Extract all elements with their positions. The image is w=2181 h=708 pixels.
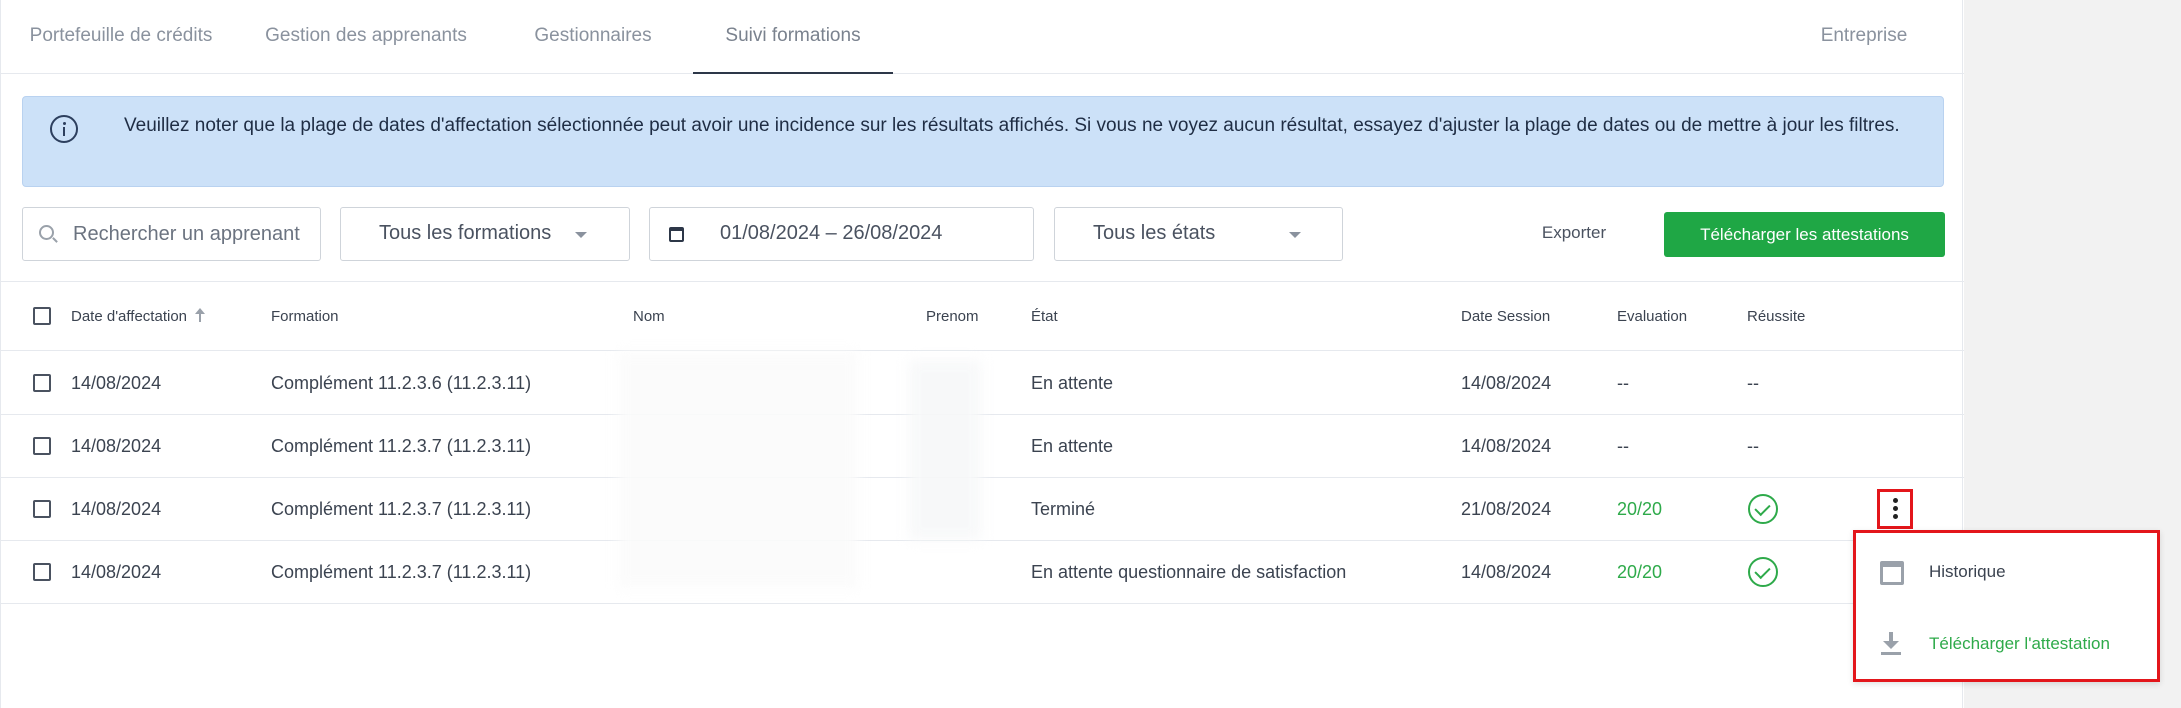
table-row[interactable]: 14/08/2024 Complément 11.2.3.7 (11.2.3.1…	[1, 478, 1964, 541]
column-header-reussite: Réussite	[1747, 308, 1806, 325]
table-row[interactable]: 14/08/2024 Complément 11.2.3.7 (11.2.3.1…	[1, 541, 1964, 604]
cell-formation: Complément 11.2.3.7 (11.2.3.11)	[271, 436, 532, 456]
search-field	[22, 207, 321, 261]
row-checkbox[interactable]	[33, 374, 51, 392]
more-vertical-icon	[1893, 498, 1898, 503]
cell-reussite: --	[1747, 373, 1759, 393]
page: Portefeuille de crédits Gestion des appr…	[0, 0, 1964, 708]
cell-date-session: 21/08/2024	[1461, 499, 1552, 519]
info-icon	[50, 115, 78, 143]
export-button[interactable]: Exporter	[1518, 211, 1630, 255]
calendar-icon	[669, 227, 684, 242]
column-header-date-affectation[interactable]: Date d'affectation	[71, 282, 187, 351]
formations-select-value: Tous les formations	[379, 222, 552, 244]
chevron-down-icon	[575, 232, 587, 238]
table-row[interactable]: 14/08/2024 Complément 11.2.3.7 (11.2.3.1…	[1, 415, 1964, 478]
download-icon	[1880, 632, 1902, 656]
search-icon	[39, 225, 54, 240]
cell-date-affectation: 14/08/2024	[71, 436, 162, 456]
row-checkbox[interactable]	[33, 437, 51, 455]
info-banner-text: Veuillez noter que la plage de dates d'a…	[124, 115, 1900, 136]
column-header-evaluation: Evaluation	[1617, 308, 1688, 325]
cell-formation: Complément 11.2.3.6 (11.2.3.11)	[271, 373, 532, 393]
tab-suivi-formations[interactable]: Suivi formations	[693, 0, 893, 74]
chevron-down-icon	[1289, 232, 1301, 238]
info-banner: Veuillez noter que la plage de dates d'a…	[22, 96, 1944, 187]
column-header-prenom: Prenom	[926, 308, 979, 325]
column-header-date-session: Date Session	[1461, 308, 1551, 325]
more-vertical-icon-dot	[1893, 506, 1898, 511]
calendar-icon	[1880, 561, 1904, 585]
cell-evaluation: --	[1617, 373, 1629, 393]
date-range-picker[interactable]: 01/08/2024 – 26/08/2024	[649, 207, 1034, 261]
table-header: Date d'affectation Formation Nom Prenom …	[1, 282, 1964, 351]
cell-reussite: --	[1747, 436, 1759, 456]
cell-date-affectation: 14/08/2024	[71, 562, 162, 582]
check-circle-icon	[1748, 494, 1778, 524]
cell-etat: Terminé	[1031, 499, 1096, 519]
table-row[interactable]: 14/08/2024 Complément 11.2.3.6 (11.2.3.1…	[1, 352, 1964, 415]
tab-gestion-apprenants[interactable]: Gestion des apprenants	[241, 0, 491, 74]
tab-bar: Portefeuille de crédits Gestion des appr…	[1, 0, 1964, 74]
cell-formation: Complément 11.2.3.7 (11.2.3.11)	[271, 562, 532, 582]
menu-item-telecharger-attestation[interactable]: Télécharger l'attestation	[1856, 609, 2157, 679]
cell-date-session: 14/08/2024	[1461, 562, 1552, 582]
cell-etat: En attente questionnaire de satisfaction	[1031, 562, 1347, 582]
cell-etat: En attente	[1031, 436, 1114, 456]
search-input[interactable]	[73, 218, 313, 250]
column-header-nom: Nom	[633, 308, 665, 325]
sort-ascending-icon[interactable]	[195, 308, 205, 322]
column-header-formation: Formation	[271, 308, 339, 325]
tab-entreprise[interactable]: Entreprise	[1801, 0, 1927, 74]
cell-date-affectation: 14/08/2024	[71, 373, 162, 393]
cell-date-session: 14/08/2024	[1461, 436, 1552, 456]
cell-date-affectation: 14/08/2024	[71, 499, 162, 519]
etats-select[interactable]: Tous les états	[1054, 207, 1343, 261]
etats-select-value: Tous les états	[1093, 222, 1216, 244]
redacted-name-area	[618, 352, 858, 588]
formations-select[interactable]: Tous les formations	[340, 207, 630, 261]
redacted-prenom-area	[909, 360, 981, 540]
cell-evaluation: 20/20	[1617, 499, 1663, 519]
row-checkbox[interactable]	[33, 500, 51, 518]
cell-date-session: 14/08/2024	[1461, 373, 1552, 393]
cell-evaluation: 20/20	[1617, 562, 1663, 582]
cell-etat: En attente	[1031, 373, 1114, 393]
tab-gestionnaires[interactable]: Gestionnaires	[507, 0, 679, 74]
date-range-value: 01/08/2024 – 26/08/2024	[720, 222, 943, 244]
menu-item-label: Historique	[1929, 562, 2006, 581]
menu-item-label: Télécharger l'attestation	[1929, 634, 2110, 653]
select-all-checkbox[interactable]	[33, 307, 51, 325]
cell-formation: Complément 11.2.3.7 (11.2.3.11)	[271, 499, 532, 519]
column-header-etat: État	[1031, 308, 1058, 325]
row-actions-button[interactable]	[1877, 489, 1913, 529]
more-vertical-icon-dot	[1893, 514, 1898, 519]
check-circle-icon	[1748, 557, 1778, 587]
cell-evaluation: --	[1617, 436, 1629, 456]
menu-item-historique[interactable]: Historique	[1856, 537, 2157, 607]
row-checkbox[interactable]	[33, 563, 51, 581]
row-actions-menu: Historique Télécharger l'attestation	[1853, 530, 2160, 682]
tab-portefeuille-credits[interactable]: Portefeuille de crédits	[1, 0, 241, 74]
download-attestations-button[interactable]: Télécharger les attestations	[1664, 212, 1945, 257]
